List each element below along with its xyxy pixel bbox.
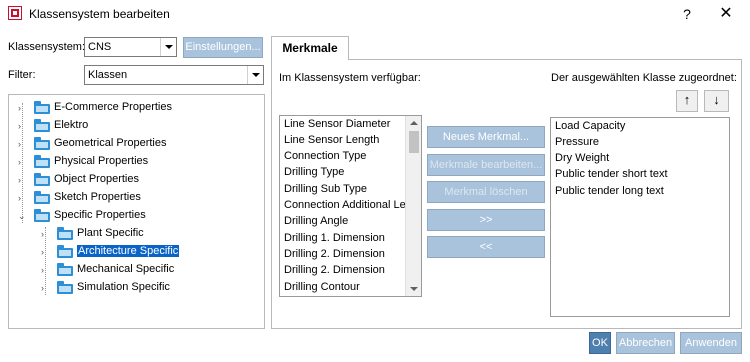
- classsystem-value: CNS: [88, 41, 112, 53]
- expand-icon[interactable]: ›: [18, 138, 26, 150]
- class-tree[interactable]: › E-Commerce Properties › Elektro › Geom…: [8, 94, 265, 329]
- expand-icon[interactable]: ›: [18, 192, 26, 204]
- folder-icon: [34, 119, 50, 132]
- tree-item-label-selected: Architecture Specific: [77, 245, 180, 257]
- tree-item-label: E-Commerce Properties: [54, 101, 172, 113]
- list-item[interactable]: Connection Additional Le: [284, 199, 406, 211]
- list-item[interactable]: Drilling Contour: [284, 281, 360, 293]
- folder-icon: [34, 191, 50, 204]
- tree-item-physical-properties[interactable]: › Physical Properties: [18, 153, 258, 171]
- move-down-button[interactable]: ↓: [704, 90, 729, 112]
- classsystem-select[interactable]: CNS: [84, 37, 177, 57]
- classsystem-label: Klassensystem:: [8, 41, 86, 53]
- list-item[interactable]: Connection Type: [284, 150, 366, 162]
- expand-icon[interactable]: ›: [18, 102, 26, 114]
- tree-item-e-commerce-properties[interactable]: › E-Commerce Properties: [18, 99, 258, 117]
- list-item[interactable]: Drilling Type: [284, 166, 344, 178]
- list-item[interactable]: Drilling Sub Type: [284, 183, 367, 195]
- list-item[interactable]: Line Sensor Length: [284, 134, 379, 146]
- tree-item-architecture-specific[interactable]: › Architecture Specific: [41, 243, 261, 261]
- folder-icon: [34, 137, 50, 150]
- folder-icon: [34, 101, 50, 114]
- chevron-down-icon[interactable]: [160, 38, 176, 56]
- window-title: Klassensystem bearbeiten: [29, 7, 170, 21]
- tree-item-simulation-specific[interactable]: › Simulation Specific: [41, 279, 261, 297]
- chevron-down-icon[interactable]: [247, 66, 263, 84]
- folder-icon: [57, 245, 73, 258]
- folder-icon: [34, 209, 50, 222]
- edit-features-button[interactable]: Merkmale bearbeiten...: [427, 154, 545, 176]
- tree-item-object-properties[interactable]: › Object Properties: [18, 171, 258, 189]
- tree-item-specific-properties[interactable]: ⌄ Specific Properties: [18, 207, 258, 225]
- add-feature-button[interactable]: >>: [427, 209, 545, 231]
- filter-label: Filter:: [8, 69, 36, 81]
- settings-button[interactable]: Einstellungen...: [183, 37, 263, 58]
- list-item[interactable]: Drilling 2. Dimension: [284, 264, 385, 276]
- folder-icon: [57, 227, 73, 240]
- remove-feature-button[interactable]: <<: [427, 236, 545, 258]
- expand-icon[interactable]: ›: [18, 174, 26, 186]
- folder-icon: [57, 263, 73, 276]
- expand-icon[interactable]: ›: [41, 282, 49, 294]
- expand-icon[interactable]: ›: [41, 246, 49, 258]
- ok-button[interactable]: OK: [589, 332, 611, 354]
- collapse-icon[interactable]: ⌄: [18, 210, 26, 222]
- cancel-button[interactable]: Abbrechen: [616, 332, 675, 354]
- tree-item-label: Physical Properties: [54, 155, 149, 167]
- expand-icon[interactable]: ›: [18, 120, 26, 132]
- tree-item-label: Elektro: [54, 119, 89, 131]
- expand-icon[interactable]: ›: [41, 228, 49, 240]
- list-item[interactable]: Pressure: [555, 136, 599, 148]
- help-button[interactable]: ?: [676, 4, 698, 24]
- tree-item-label: Mechanical Specific: [77, 263, 175, 275]
- tab-merkmale[interactable]: Merkmale: [271, 36, 349, 60]
- delete-feature-button[interactable]: Merkmal löschen: [427, 181, 545, 203]
- tree-item-sketch-properties[interactable]: › Sketch Properties: [18, 189, 258, 207]
- assigned-heading: Der ausgewählten Klasse zugeordnet:: [551, 72, 737, 84]
- available-list[interactable]: Line Sensor Diameter Line Sensor Length …: [279, 115, 422, 297]
- tree-item-label: Specific Properties: [54, 209, 146, 221]
- close-button[interactable]: ✕: [714, 4, 738, 24]
- tree-item-label: Sketch Properties: [54, 191, 141, 203]
- list-item[interactable]: Load Capacity: [555, 120, 625, 132]
- vertical-scrollbar[interactable]: [405, 116, 421, 296]
- tree-item-label: Object Properties: [54, 173, 139, 185]
- list-item[interactable]: Line Sensor Diameter: [284, 118, 390, 130]
- tree-item-plant-specific[interactable]: › Plant Specific: [41, 225, 261, 243]
- tree-item-geometrical-properties[interactable]: › Geometrical Properties: [18, 135, 258, 153]
- list-item[interactable]: Dry Weight: [555, 152, 609, 164]
- scroll-up-icon[interactable]: [406, 116, 422, 130]
- tree-item-elektro[interactable]: › Elektro: [18, 117, 258, 135]
- scroll-down-icon[interactable]: [406, 282, 422, 296]
- list-item[interactable]: Drilling Angle: [284, 215, 348, 227]
- expand-icon[interactable]: ›: [41, 264, 49, 276]
- filter-value: Klassen: [88, 69, 128, 81]
- folder-icon: [34, 173, 50, 186]
- new-feature-button[interactable]: Neues Merkmal...: [427, 126, 545, 148]
- filter-select[interactable]: Klassen: [84, 65, 264, 85]
- list-item[interactable]: Public tender long text: [555, 185, 664, 197]
- tree-item-label: Plant Specific: [77, 227, 144, 239]
- assigned-list[interactable]: Load Capacity Pressure Dry Weight Public…: [550, 117, 730, 317]
- list-item[interactable]: Drilling 2. Dimension: [284, 248, 385, 260]
- tree-item-label: Simulation Specific: [77, 281, 170, 293]
- app-icon: [8, 6, 22, 20]
- folder-icon: [57, 281, 73, 294]
- list-item[interactable]: Public tender short text: [555, 168, 668, 180]
- tree-item-label: Geometrical Properties: [54, 137, 167, 149]
- apply-button[interactable]: Anwenden: [680, 332, 742, 354]
- expand-icon[interactable]: ›: [18, 156, 26, 168]
- scroll-thumb[interactable]: [409, 131, 419, 153]
- list-item[interactable]: Drilling 1. Dimension: [284, 232, 385, 244]
- available-heading: Im Klassensystem verfügbar:: [279, 72, 421, 84]
- tree-item-mechanical-specific[interactable]: › Mechanical Specific: [41, 261, 261, 279]
- folder-icon: [34, 155, 50, 168]
- move-up-button[interactable]: ↑: [676, 90, 698, 112]
